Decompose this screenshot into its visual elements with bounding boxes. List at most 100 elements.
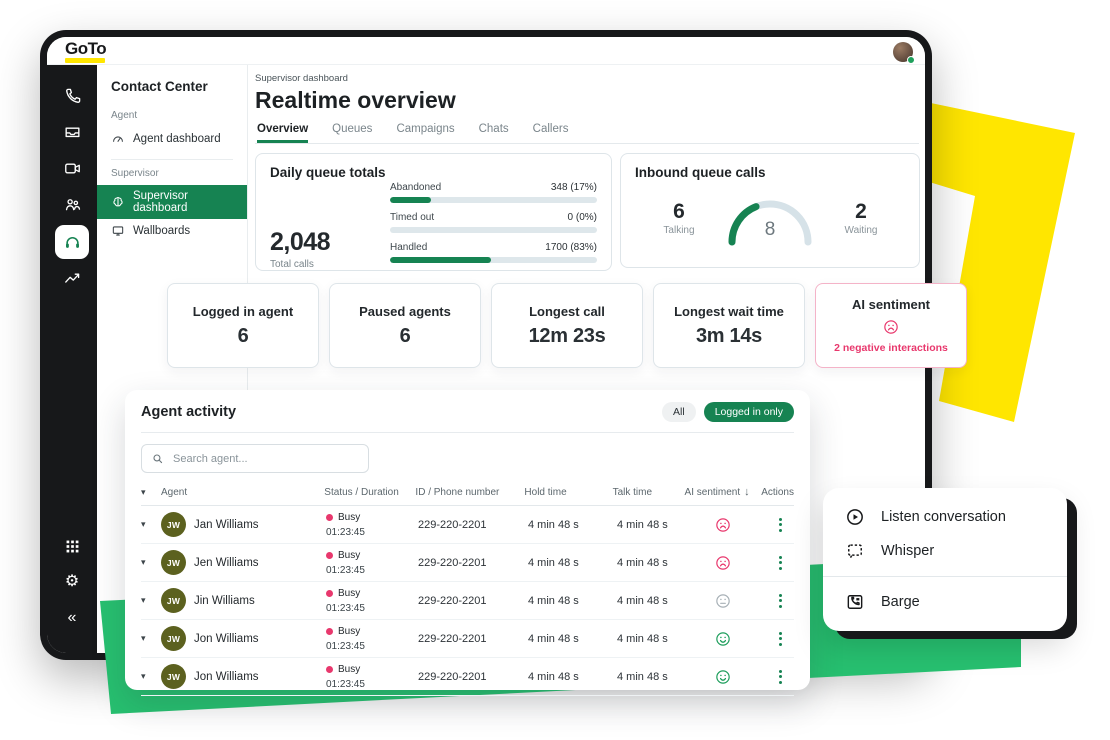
settings-gear-icon[interactable]: ⚙ bbox=[55, 567, 89, 597]
row-actions-kebab-icon[interactable] bbox=[776, 629, 785, 649]
bar-track bbox=[390, 257, 597, 263]
status-duration: 01:23:45 bbox=[326, 563, 418, 578]
column-header-status-duration[interactable]: Status / Duration bbox=[324, 487, 415, 498]
stat-card-longest-call: Longest call12m 23s bbox=[491, 283, 643, 368]
total-calls-label: Total calls bbox=[270, 259, 386, 270]
talk-time-cell: 4 min 48 s bbox=[617, 633, 678, 645]
queue-bar-handled: Handled1700 (83%) bbox=[390, 242, 597, 263]
status-duration-cell: Busy01:23:45 bbox=[326, 586, 418, 616]
agent-row-jin-williams-2: ▾JWJin WilliamsBusy01:23:45229-220-22014… bbox=[141, 582, 794, 620]
row-expand-caret[interactable]: ▾ bbox=[141, 671, 153, 682]
status-duration-cell: Busy01:23:45 bbox=[326, 624, 418, 654]
phone-icon[interactable] bbox=[55, 81, 89, 111]
busy-status-dot bbox=[326, 628, 333, 635]
collapse-icon[interactable]: « bbox=[55, 603, 89, 633]
stat-label: Longest wait time bbox=[674, 304, 784, 319]
panel-title: Agent activity bbox=[141, 404, 236, 420]
column-header-agent[interactable]: ▾ Agent bbox=[141, 487, 324, 498]
hold-time-cell: 4 min 48 s bbox=[528, 633, 617, 645]
apps-grid-icon[interactable] bbox=[55, 531, 89, 561]
queue-bar-abandoned: Abandoned348 (17%) bbox=[390, 182, 597, 203]
queue-bars: Abandoned348 (17%) Timed out0 (0%) Handled… bbox=[386, 180, 597, 272]
menu-item-barge[interactable]: Barge bbox=[823, 585, 1067, 619]
goto-logo: GoTo bbox=[65, 40, 106, 63]
column-header-hold-time[interactable]: Hold time bbox=[524, 487, 612, 498]
hold-time-cell: 4 min 48 s bbox=[528, 595, 617, 607]
filter-pill-all[interactable]: All bbox=[662, 402, 696, 422]
column-header-actions[interactable]: Actions bbox=[761, 487, 794, 498]
sentiment-negative-icon bbox=[714, 554, 732, 572]
row-actions-kebab-icon[interactable] bbox=[776, 667, 785, 687]
row-expand-caret[interactable]: ▾ bbox=[141, 595, 153, 606]
gauge-icon bbox=[111, 132, 125, 146]
row-actions-kebab-icon[interactable] bbox=[776, 515, 785, 535]
bar-fill bbox=[390, 197, 431, 203]
sentiment-cell bbox=[678, 516, 767, 534]
presence-dot bbox=[907, 56, 915, 64]
column-label: Agent bbox=[161, 487, 187, 498]
agent-avatar: JW bbox=[161, 512, 186, 537]
monitor-icon bbox=[111, 224, 125, 238]
tab-campaigns[interactable]: Campaigns bbox=[396, 123, 454, 143]
menu-item-whisper[interactable]: Whisper bbox=[823, 534, 1067, 568]
agent-search[interactable] bbox=[141, 444, 369, 473]
phone-number-cell: 229-220-2201 bbox=[418, 595, 528, 607]
sort-descending-icon[interactable]: ↓ bbox=[744, 486, 750, 498]
agent-name: Jon Williams bbox=[194, 671, 259, 683]
video-icon[interactable] bbox=[55, 153, 89, 183]
stat-card-ai-sentiment: AI sentiment2 negative interactions bbox=[815, 283, 967, 368]
people-icon[interactable] bbox=[55, 189, 89, 219]
agent-avatar: JW bbox=[161, 664, 186, 689]
tab-overview[interactable]: Overview bbox=[257, 123, 308, 143]
row-expand-caret[interactable]: ▾ bbox=[141, 557, 153, 568]
user-avatar[interactable] bbox=[893, 42, 913, 62]
row-actions-kebab-icon[interactable] bbox=[776, 553, 785, 573]
tab-chats[interactable]: Chats bbox=[479, 123, 509, 143]
row-expand-caret[interactable]: ▾ bbox=[141, 633, 153, 644]
talking-label: Talking bbox=[653, 225, 705, 236]
status-duration: 01:23:45 bbox=[326, 601, 418, 616]
bar-value: 0 (0%) bbox=[568, 212, 597, 223]
stat-label: Longest call bbox=[529, 304, 605, 319]
stat-value: 6 bbox=[238, 325, 249, 348]
stat-label: Logged in agent bbox=[193, 304, 293, 319]
tab-queues[interactable]: Queues bbox=[332, 123, 372, 143]
talk-time-cell: 4 min 48 s bbox=[617, 671, 678, 683]
breadcrumb: Supervisor dashboard bbox=[255, 73, 919, 84]
hold-time-cell: 4 min 48 s bbox=[528, 671, 617, 683]
bar-label: Abandoned bbox=[390, 182, 441, 193]
inbox-icon[interactable] bbox=[55, 117, 89, 147]
search-input[interactable] bbox=[171, 452, 359, 466]
status-duration: 01:23:45 bbox=[326, 677, 418, 692]
call-actions-menu: Listen conversation Whisper Barge bbox=[823, 488, 1067, 631]
nav-item-supervisor-dashboard[interactable]: Supervisor dashboard bbox=[97, 185, 247, 219]
status-duration-cell: Busy01:23:45 bbox=[326, 510, 418, 540]
bar-value: 1700 (83%) bbox=[545, 242, 597, 253]
nav-item-agent-dashboard[interactable]: Agent dashboard bbox=[97, 127, 247, 151]
hold-time-cell: 4 min 48 s bbox=[528, 519, 617, 531]
trend-icon[interactable] bbox=[55, 263, 89, 293]
hold-time-cell: 4 min 48 s bbox=[528, 557, 617, 569]
nav-item-wallboards[interactable]: Wallboards bbox=[97, 219, 247, 243]
row-expand-caret[interactable]: ▾ bbox=[141, 519, 153, 530]
filter-pill-logged-in-only[interactable]: Logged in only bbox=[704, 402, 794, 422]
expand-all-caret[interactable]: ▾ bbox=[141, 487, 153, 498]
queue-bar-timed-out: Timed out0 (0%) bbox=[390, 212, 597, 233]
agent-name: Jon Williams bbox=[194, 633, 259, 645]
column-header-ai-sentiment[interactable]: AI sentiment↓ bbox=[673, 486, 761, 498]
gauge-value: 8 bbox=[715, 219, 825, 241]
menu-item-listen-conversation[interactable]: Listen conversation bbox=[823, 500, 1067, 534]
sentiment-cell bbox=[678, 668, 767, 686]
topbar: GoTo bbox=[47, 37, 925, 65]
total-calls-value: 2,048 bbox=[270, 228, 386, 257]
stat-label: Paused agents bbox=[359, 304, 451, 319]
column-header-talk-time[interactable]: Talk time bbox=[613, 487, 673, 498]
status-label: Busy bbox=[338, 548, 360, 563]
status-label: Busy bbox=[338, 510, 360, 525]
headset-icon[interactable] bbox=[55, 225, 89, 259]
busy-status-dot bbox=[326, 666, 333, 673]
row-actions-kebab-icon[interactable] bbox=[776, 591, 785, 611]
column-header-id-phone-number[interactable]: ID / Phone number bbox=[415, 487, 524, 498]
tab-callers[interactable]: Callers bbox=[533, 123, 569, 143]
talking-value: 6 bbox=[653, 200, 705, 224]
